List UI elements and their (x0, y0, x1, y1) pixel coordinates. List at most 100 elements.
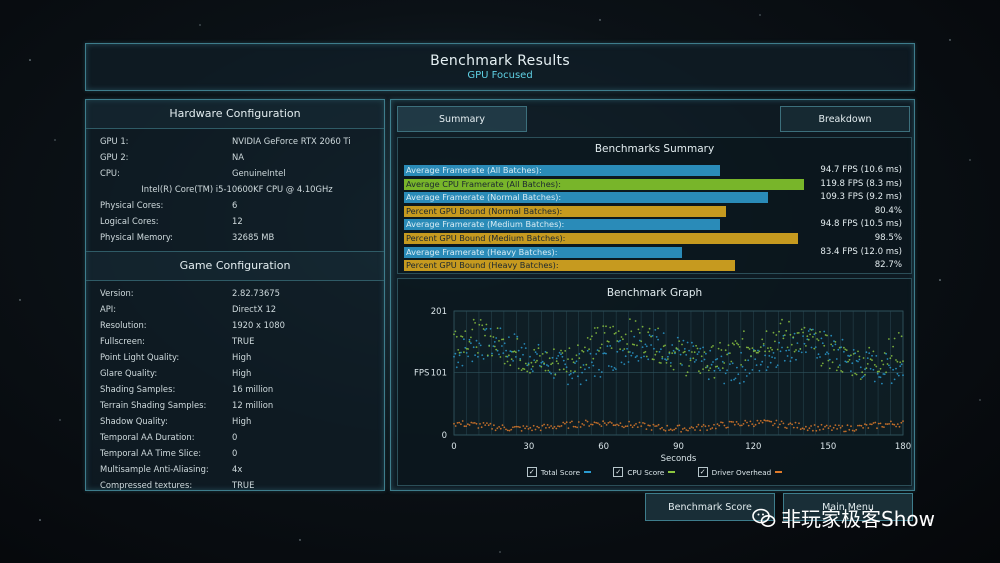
data-point (861, 376, 864, 379)
data-point (862, 375, 865, 378)
data-point (772, 424, 774, 427)
summary-bar-label: Percent GPU Bound (Medium Batches): (406, 232, 566, 243)
data-point (586, 337, 589, 339)
data-point (875, 355, 878, 357)
data-point (859, 378, 862, 380)
data-point (851, 374, 854, 377)
data-point (524, 427, 526, 430)
benchmarks-summary: Benchmarks Summary Average Framerate (Al… (397, 137, 912, 274)
game-value: 0 (232, 432, 238, 442)
game-row: Glare Quality: High (100, 365, 374, 381)
data-point (489, 327, 492, 330)
data-point (850, 370, 852, 372)
data-point (815, 429, 818, 432)
data-point (820, 423, 823, 426)
game-value: High (232, 352, 252, 362)
hardware-heading: Hardware Configuration (86, 100, 384, 129)
x-tick-label: 90 (673, 442, 684, 452)
data-point (659, 427, 662, 430)
game-row: Version: 2.82.73675 (100, 285, 374, 301)
legend-cpu[interactable]: ✓ CPU Score (613, 467, 676, 477)
data-point (877, 422, 880, 425)
data-point (895, 367, 897, 370)
data-point (578, 353, 581, 355)
data-point (622, 338, 624, 341)
tab-breakdown[interactable]: Breakdown (780, 106, 910, 132)
data-point (501, 424, 504, 427)
data-point (617, 330, 620, 332)
data-point (802, 331, 804, 334)
data-point (541, 353, 544, 355)
data-point (605, 325, 607, 328)
data-point (679, 362, 682, 365)
data-point (747, 346, 750, 349)
data-point (546, 351, 548, 354)
data-point (465, 425, 467, 428)
data-point (641, 346, 644, 348)
data-point (892, 368, 894, 371)
data-point (685, 354, 688, 356)
data-point (794, 421, 797, 424)
data-point (896, 372, 899, 375)
summary-bar-value: 80.4% (874, 205, 902, 216)
data-point (622, 349, 624, 352)
data-point (865, 424, 868, 426)
data-point (496, 327, 499, 330)
data-point (486, 422, 488, 424)
game-config-list: Version: 2.82.73675 API: DirectX 12 Resoluti… (86, 281, 384, 493)
checkbox-icon[interactable]: ✓ (526, 467, 537, 477)
data-point (534, 351, 537, 354)
summary-bar-row: Average CPU Framerate (All Batches): 119.… (404, 178, 904, 191)
legend-total[interactable]: ✓ Total Score (526, 467, 592, 477)
legend-driver[interactable]: ✓ Driver Overhead (697, 467, 783, 477)
data-point (503, 426, 506, 429)
data-point (595, 332, 598, 334)
data-point (525, 425, 528, 428)
data-point (657, 338, 659, 341)
data-point (750, 355, 752, 357)
data-point (792, 426, 795, 429)
tab-summary[interactable]: Summary (397, 106, 527, 132)
data-point (661, 356, 664, 358)
data-point (705, 366, 707, 369)
data-point (775, 334, 778, 336)
data-point (726, 353, 728, 356)
data-point (620, 361, 623, 364)
data-point (756, 419, 759, 422)
summary-bar-value: 94.8 FPS (10.5 ms) (820, 219, 902, 230)
data-point (740, 351, 742, 354)
data-point (492, 336, 495, 338)
x-tick-label: 0 (451, 442, 456, 452)
data-point (488, 345, 491, 347)
data-point (636, 355, 638, 357)
data-point (603, 332, 606, 334)
data-point (704, 425, 707, 428)
data-point (598, 423, 601, 426)
data-point (806, 335, 809, 338)
data-point (596, 326, 599, 329)
data-point (805, 425, 807, 428)
data-point (529, 371, 531, 374)
data-point (788, 349, 790, 351)
data-point (614, 424, 617, 427)
data-point (654, 329, 657, 331)
data-point (734, 377, 737, 380)
data-point (530, 368, 533, 370)
data-point (633, 424, 636, 427)
checkbox-icon[interactable]: ✓ (613, 467, 624, 477)
data-point (577, 344, 579, 347)
data-point (765, 419, 767, 422)
legend-label: Total Score (540, 467, 581, 477)
checkbox-icon[interactable]: ✓ (697, 467, 708, 477)
data-point (619, 422, 622, 424)
data-point (800, 351, 803, 354)
data-point (843, 430, 845, 433)
game-label: Shadow Quality: (100, 416, 168, 426)
data-point (754, 423, 757, 426)
data-point (836, 428, 838, 430)
data-point (895, 425, 897, 428)
data-point (473, 422, 476, 424)
data-point (764, 354, 766, 357)
data-point (876, 427, 878, 430)
data-point (741, 365, 744, 368)
